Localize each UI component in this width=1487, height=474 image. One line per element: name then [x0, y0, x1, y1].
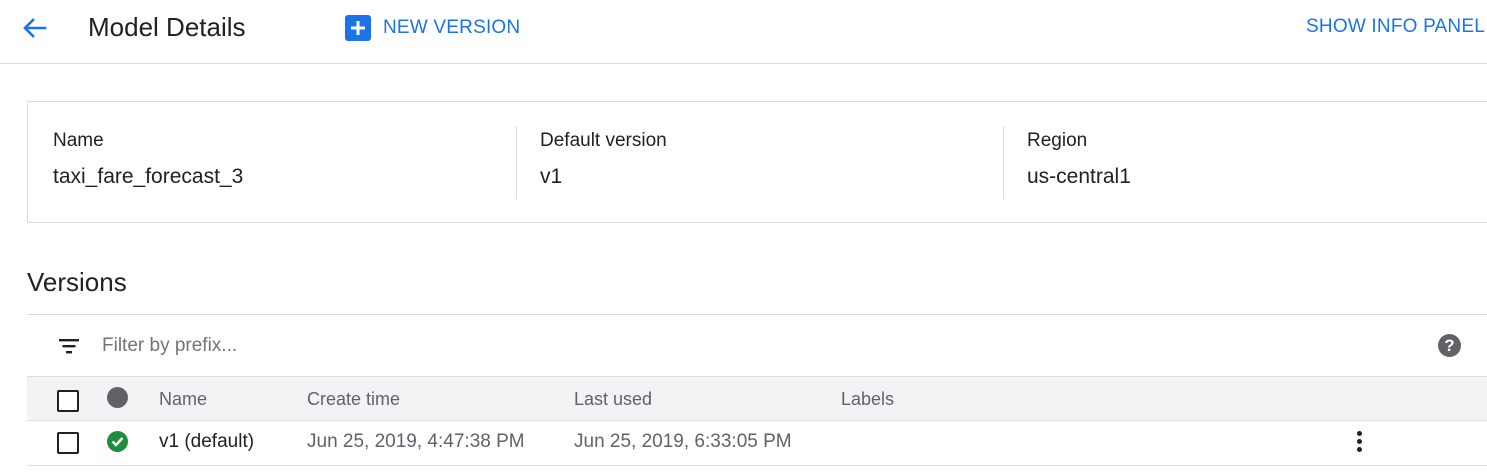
- top-bar: Model Details NEW VERSION SHOW INFO PANE…: [0, 0, 1487, 64]
- column-header-last-used[interactable]: Last used: [574, 389, 652, 410]
- region-label: Region: [1027, 130, 1088, 151]
- column-header-name[interactable]: Name: [159, 389, 207, 410]
- filter-icon[interactable]: [57, 336, 81, 356]
- select-all-checkbox[interactable]: [57, 390, 79, 412]
- model-summary-card: Name taxi_fare_forecast_3 Default versio…: [27, 101, 1487, 223]
- name-label: Name: [53, 130, 104, 151]
- new-version-button[interactable]: NEW VERSION: [345, 14, 520, 42]
- create-time-cell: Jun 25, 2019, 4:47:38 PM: [307, 431, 525, 452]
- plus-icon: [345, 15, 371, 41]
- filter-bar: ?: [27, 315, 1487, 376]
- version-name-link[interactable]: v1 (default): [159, 431, 254, 453]
- more-vert-icon[interactable]: [1353, 429, 1365, 457]
- status-column-icon: [107, 387, 128, 408]
- region-value: us-central1: [1027, 165, 1131, 188]
- versions-table: ? Name Create time Last used Labels v1 (…: [27, 314, 1487, 474]
- table-row: v1 (default) Jun 25, 2019, 4:47:38 PM Ju…: [27, 421, 1487, 466]
- row-checkbox[interactable]: [57, 432, 79, 454]
- page-title: Model Details: [88, 12, 246, 42]
- name-value: taxi_fare_forecast_3: [53, 165, 244, 188]
- column-divider: [516, 126, 517, 199]
- default-version-label: Default version: [540, 130, 667, 151]
- column-header-create-time[interactable]: Create time: [307, 389, 400, 410]
- help-icon[interactable]: ?: [1438, 334, 1461, 357]
- column-divider: [1003, 126, 1004, 199]
- default-version-value: v1: [540, 165, 563, 188]
- versions-heading: Versions: [27, 267, 127, 297]
- last-used-cell: Jun 25, 2019, 6:33:05 PM: [574, 431, 792, 452]
- table-header: Name Create time Last used Labels: [27, 376, 1487, 421]
- column-header-labels[interactable]: Labels: [841, 389, 894, 410]
- show-info-panel-button[interactable]: SHOW INFO PANEL: [1306, 16, 1485, 38]
- check-circle-icon: [107, 431, 128, 452]
- back-arrow-icon[interactable]: [18, 12, 50, 44]
- new-version-label: NEW VERSION: [383, 17, 521, 38]
- filter-input[interactable]: [102, 330, 702, 362]
